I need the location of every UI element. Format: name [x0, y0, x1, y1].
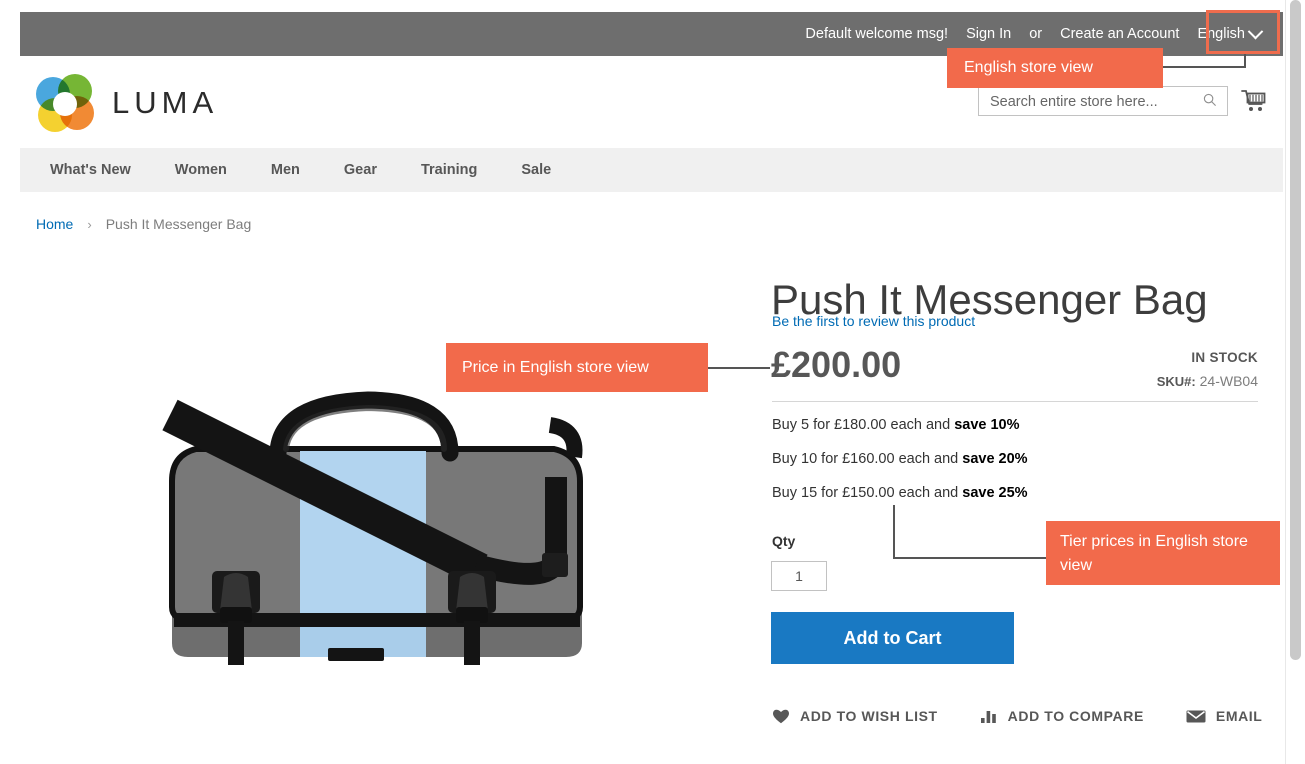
- tier-price-save: save 25%: [962, 485, 1028, 501]
- search-area: [978, 86, 1268, 117]
- product-price: £200.00: [771, 344, 902, 385]
- divider: [772, 401, 1258, 402]
- tier-price-row: Buy 5 for £180.00 each and save 10%: [772, 417, 1272, 433]
- tier-price-text: Buy 15 for £150.00 each and: [772, 485, 963, 501]
- nav-item-sale[interactable]: Sale: [503, 148, 569, 192]
- quantity-stepper[interactable]: [771, 561, 827, 591]
- vertical-scrollbar[interactable]: [1285, 0, 1305, 764]
- luma-logo-text: LUMA: [112, 85, 219, 120]
- product-image[interactable]: [150, 385, 620, 685]
- tier-price-text: Buy 10 for £160.00 each and: [772, 451, 963, 467]
- nav-item-training[interactable]: Training: [403, 148, 495, 192]
- leader-line-tier-vertical: [893, 505, 895, 559]
- annotation-price-store-view: Price in English store view: [446, 343, 708, 392]
- scrollbar-thumb[interactable]: [1290, 0, 1301, 660]
- leader-line-language-horizontal: [1163, 66, 1246, 68]
- email-label: EMAIL: [1215, 708, 1263, 724]
- sign-in-link[interactable]: Sign In: [957, 26, 1020, 42]
- qty-label: Qty: [772, 533, 796, 549]
- search-box[interactable]: [978, 86, 1228, 117]
- nav-item-women[interactable]: Women: [157, 148, 245, 192]
- add-to-compare-label: ADD TO COMPARE: [1007, 708, 1144, 724]
- welcome-message: Default welcome msg!: [805, 26, 949, 42]
- status-badge: IN STOCK: [1191, 350, 1258, 365]
- add-to-cart-button[interactable]: Add to Cart: [771, 612, 1014, 664]
- product-actions: ADD TO WISH LIST ADD TO COMPARE EMAIL: [772, 708, 1262, 724]
- search-input[interactable]: [988, 87, 1192, 117]
- or-text: or: [1029, 26, 1043, 42]
- tier-price-text: Buy 5 for £180.00 each and: [772, 417, 955, 433]
- main-navigation: What's New Women Men Gear Training Sale: [20, 148, 1283, 192]
- search-icon[interactable]: [1203, 93, 1217, 107]
- write-review-link[interactable]: Be the first to review this product: [772, 313, 975, 329]
- add-to-compare-button[interactable]: ADD TO COMPARE: [980, 708, 1144, 724]
- envelope-icon: [1186, 710, 1206, 722]
- sku-label: SKU#:: [1156, 374, 1196, 389]
- tier-price-row: Buy 15 for £150.00 each and save 25%: [772, 485, 1272, 501]
- tier-price-save: save 10%: [954, 417, 1020, 433]
- annotation-tier-prices-store-view: Tier prices in English store view: [1046, 521, 1280, 585]
- breadcrumb-home[interactable]: Home: [36, 216, 73, 232]
- breadcrumb-current: Push It Messenger Bag: [105, 216, 252, 232]
- leader-line-language-vertical: [1244, 54, 1246, 68]
- leader-line-tier-horizontal: [893, 557, 1048, 559]
- breadcrumb: Home › Push It Messenger Bag: [36, 216, 251, 232]
- annotation-language-store-view: English store view: [947, 48, 1163, 88]
- create-account-link[interactable]: Create an Account: [1051, 26, 1188, 42]
- luma-logo[interactable]: LUMA: [36, 74, 218, 132]
- sku-value: 24-WB04: [1199, 373, 1258, 389]
- add-to-wish-list-label: ADD TO WISH LIST: [800, 708, 938, 724]
- language-switcher-label: English: [1197, 26, 1245, 42]
- tier-price-list: Buy 5 for £180.00 each and save 10% Buy …: [772, 417, 1272, 519]
- chevron-down-icon: [1247, 23, 1264, 39]
- nav-item-whats-new[interactable]: What's New: [32, 148, 149, 192]
- heart-icon: [773, 709, 789, 724]
- language-switcher[interactable]: English: [1188, 23, 1271, 42]
- tier-price-row: Buy 10 for £160.00 each and save 20%: [772, 451, 1272, 467]
- product-sku: SKU#: 24-WB04: [1157, 373, 1258, 389]
- nav-item-men[interactable]: Men: [253, 148, 318, 192]
- luma-logo-icon: [36, 74, 94, 132]
- tier-price-save: save 20%: [962, 451, 1028, 467]
- shopping-cart-icon[interactable]: [1240, 88, 1268, 114]
- leader-line-price: [708, 367, 770, 369]
- nav-item-gear[interactable]: Gear: [326, 148, 395, 192]
- email-button[interactable]: EMAIL: [1186, 708, 1263, 724]
- store-page: Default welcome msg! Sign In or Create a…: [0, 0, 1285, 764]
- add-to-wish-list-button[interactable]: ADD TO WISH LIST: [772, 708, 938, 724]
- chevron-right-icon: ›: [87, 216, 92, 232]
- compare-bars-icon: [980, 711, 996, 723]
